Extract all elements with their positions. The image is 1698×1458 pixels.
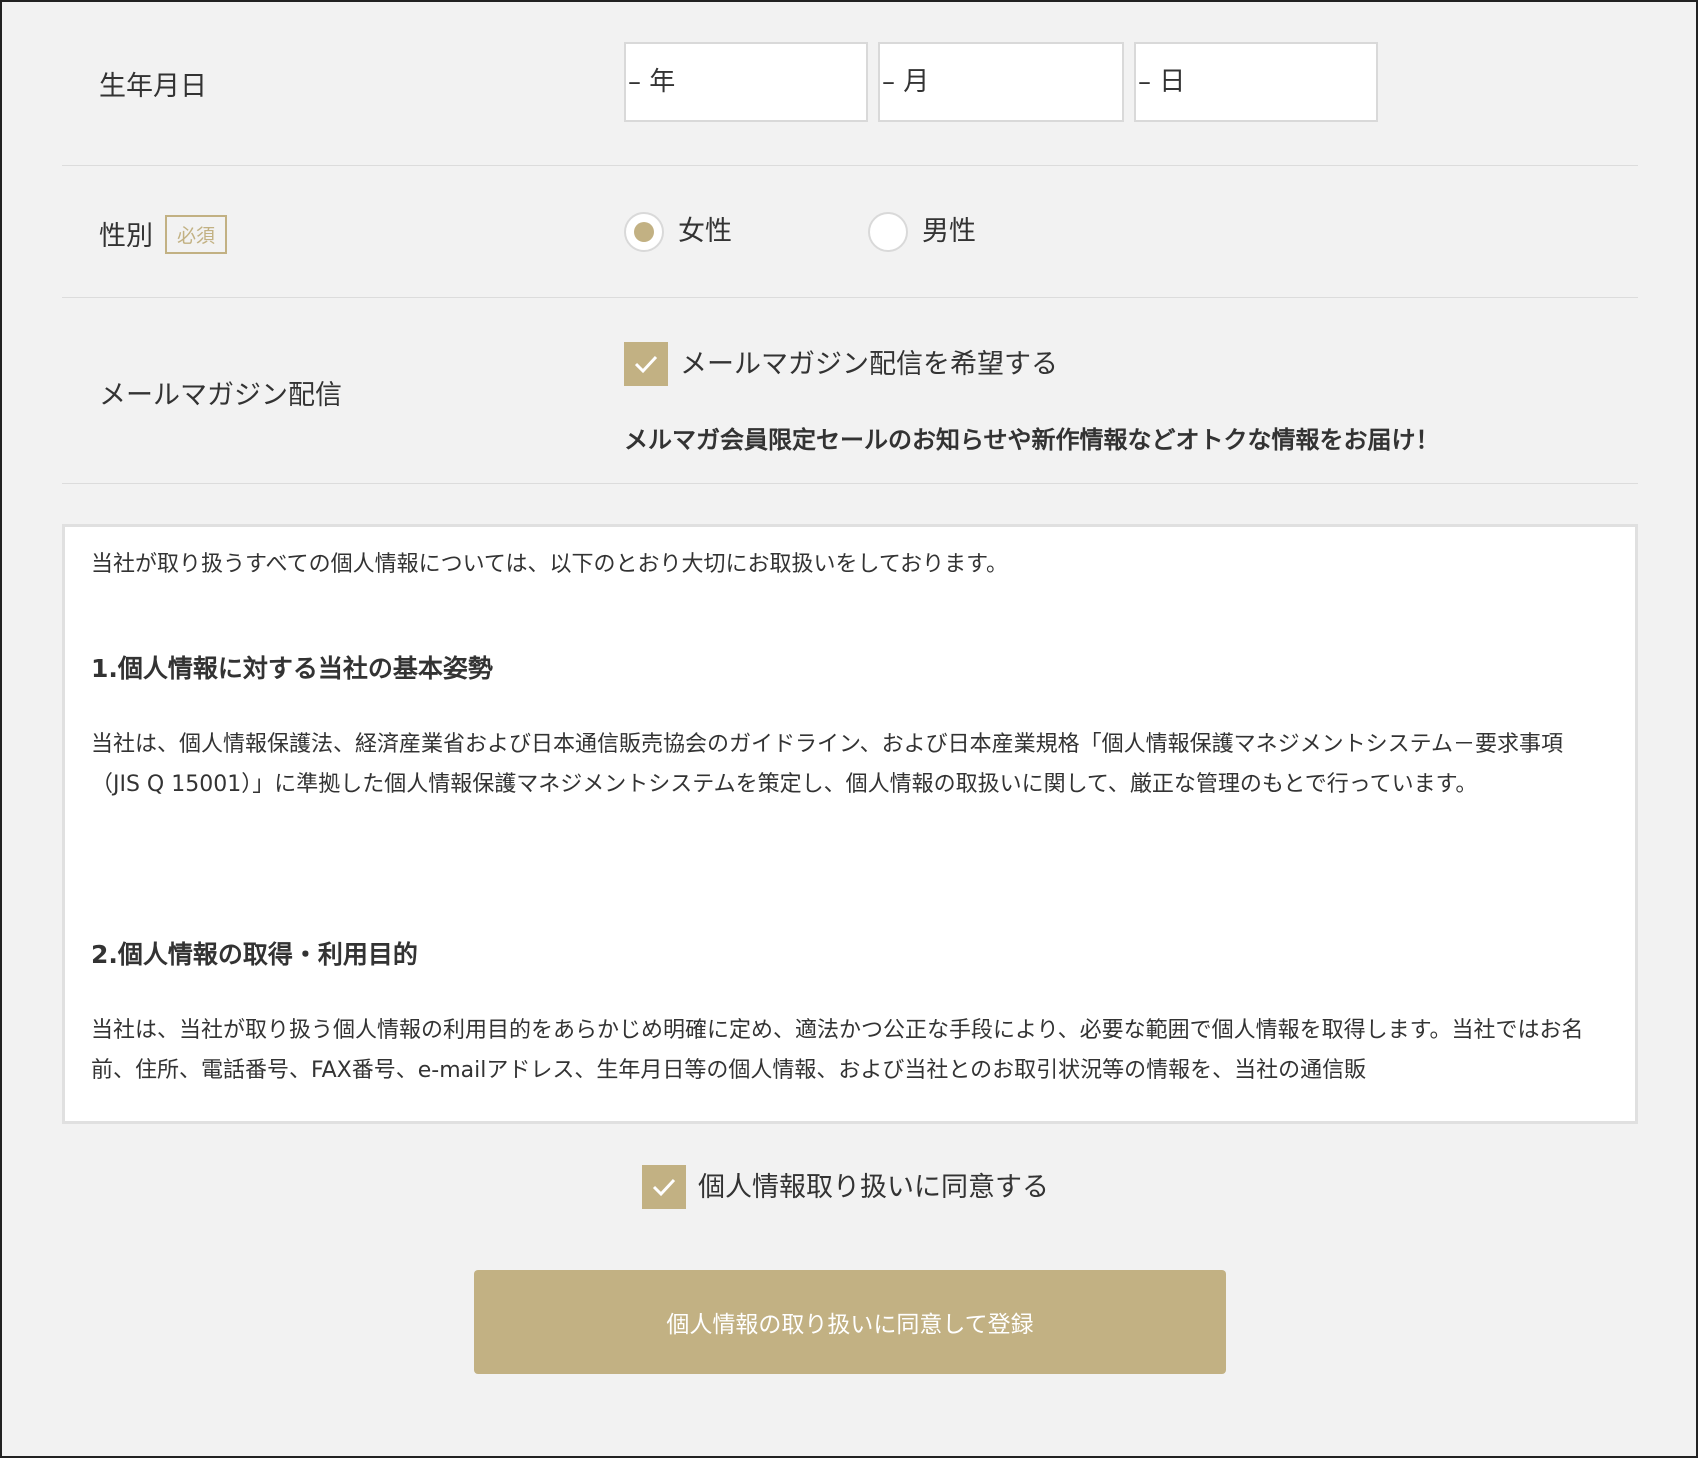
submit-button[interactable]: 個人情報の取り扱いに同意して登録 <box>474 1270 1226 1374</box>
gender-option-female[interactable]: 女性 <box>624 212 732 252</box>
policy-section1-heading: 1.個人情報に対する当社の基本姿勢 <box>91 654 493 683</box>
newsletter-promo-text: メルマガ会員限定セールのお知らせや新作情報などオトクな情報をお届け！ <box>624 426 1440 454</box>
gender-option-male[interactable]: 男性 <box>868 212 976 252</box>
newsletter-checkbox[interactable] <box>624 342 668 386</box>
check-icon <box>634 355 658 374</box>
newsletter-checkbox-group[interactable]: メールマガジン配信を希望する <box>624 342 1058 386</box>
birth-day-select[interactable]: – 日 <box>1134 42 1378 122</box>
policy-intro: 当社が取り扱うすべての個人情報については、以下のとおり大切にお取扱いをしておりま… <box>91 552 1008 577</box>
radio-selected-dot <box>634 222 654 242</box>
policy-section2-body: 当社は、当社が取り扱う個人情報の利用目的をあらかじめ明確に定め、適法かつ公正な手… <box>91 1018 1584 1083</box>
policy-section2-heading: 2.個人情報の取得・利用目的 <box>91 940 418 969</box>
gender-label-group: 性別 必須 <box>99 214 228 257</box>
consent-checkbox-group[interactable]: 個人情報取り扱いに同意する <box>642 1165 1049 1209</box>
newsletter-row: メールマガジン配信 メールマガジン配信を希望する メルマガ会員限定セールのお知ら… <box>62 298 1638 484</box>
birth-month-select[interactable]: – 月 <box>878 42 1124 122</box>
birth-month-value: – 月 <box>882 67 930 97</box>
newsletter-checkbox-label: メールマガジン配信を希望する <box>680 348 1058 380</box>
gender-label: 性別 <box>99 221 153 252</box>
birthdate-label: 生年月日 <box>99 71 207 102</box>
consent-checkbox[interactable] <box>642 1165 686 1209</box>
required-badge: 必須 <box>165 215 228 254</box>
radio-button-selected[interactable] <box>624 212 664 252</box>
submit-button-label: 個人情報の取り扱いに同意して登録 <box>666 1312 1034 1338</box>
birth-day-value: – 日 <box>1138 67 1186 97</box>
birth-year-value: – 年 <box>628 67 676 97</box>
newsletter-label: メールマガジン配信 <box>99 380 342 411</box>
policy-section1-body: 当社は、個人情報保護法、経済産業省および日本通信販売協会のガイドライン、および日… <box>91 732 1564 797</box>
gender-row: 性別 必須 女性 男性 <box>62 166 1638 298</box>
gender-option-label: 男性 <box>922 215 976 247</box>
privacy-policy-box[interactable]: 当社が取り扱うすべての個人情報については、以下のとおり大切にお取扱いをしておりま… <box>62 524 1638 1124</box>
privacy-policy-content: 当社が取り扱うすべての個人情報については、以下のとおり大切にお取扱いをしておりま… <box>91 545 1611 1091</box>
consent-checkbox-label: 個人情報取り扱いに同意する <box>698 1171 1049 1203</box>
birth-year-select[interactable]: – 年 <box>624 42 868 122</box>
gender-option-label: 女性 <box>678 215 732 247</box>
radio-button[interactable] <box>868 212 908 252</box>
birthdate-row: 生年月日 – 年 – 月 – 日 <box>62 2 1638 166</box>
form-page: 生年月日 – 年 – 月 – 日 性別 必須 女性 男性 メールマガジン配信 メ… <box>0 0 1698 1458</box>
check-icon <box>652 1178 676 1197</box>
